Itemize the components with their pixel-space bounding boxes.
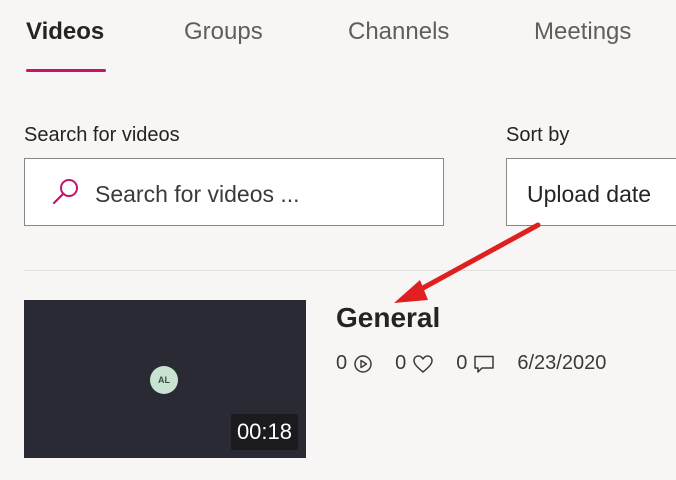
video-metadata: 0 0 0 6/23/2020 <box>336 352 628 375</box>
tab-videos[interactable]: Videos <box>26 18 104 46</box>
search-placeholder: Search for videos ... <box>95 181 300 207</box>
sort-selected-value: Upload date <box>527 181 652 207</box>
tab-groups[interactable]: Groups <box>184 18 263 46</box>
active-tab-indicator <box>26 69 106 72</box>
views-count-group: 0 <box>336 352 373 375</box>
search-label: Search for videos <box>24 124 180 146</box>
tab-bar: Videos Groups Channels Meetings <box>0 0 676 80</box>
avatar: AL <box>150 366 178 394</box>
tab-channels[interactable]: Channels <box>348 18 449 46</box>
heart-icon <box>413 354 433 373</box>
search-icon <box>52 179 78 205</box>
comment-icon <box>474 355 495 373</box>
comments-count: 0 <box>456 352 468 374</box>
likes-count: 0 <box>395 352 407 374</box>
upload-date: 6/23/2020 <box>517 352 607 374</box>
comments-count-group: 0 <box>456 352 495 375</box>
video-title-link[interactable]: General <box>336 302 440 334</box>
video-card: AL 00:18 General 0 0 0 6/23/2020 <box>24 300 676 465</box>
views-count: 0 <box>336 352 348 374</box>
divider <box>24 270 676 271</box>
sort-label: Sort by <box>506 124 570 146</box>
video-thumbnail[interactable]: AL 00:18 <box>24 300 306 458</box>
video-duration: 00:18 <box>230 414 298 450</box>
likes-count-group: 0 <box>395 352 434 375</box>
sort-dropdown[interactable]: Upload date <box>506 158 676 226</box>
play-circle-icon <box>354 354 372 373</box>
search-input[interactable]: Search for videos ... <box>24 158 444 226</box>
tab-meetings[interactable]: Meetings <box>534 18 631 46</box>
